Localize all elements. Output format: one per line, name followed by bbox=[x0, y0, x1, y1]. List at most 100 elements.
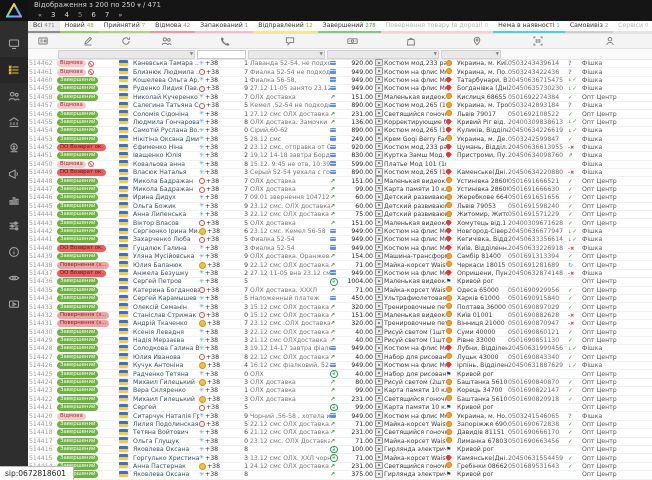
client-phone[interactable]: +385 bbox=[199, 102, 250, 109]
order-status[interactable]: DO Возврат ок. bbox=[57, 270, 119, 277]
tracking-number[interactable]: 0501690929956 bbox=[508, 287, 568, 294]
client-name[interactable]: Салегина Татьяна С.. bbox=[133, 102, 199, 109]
order-status[interactable]: DO Возврат ок. bbox=[57, 245, 119, 252]
client-name[interactable]: Сергіюнко Ірина Ми.. bbox=[133, 228, 199, 235]
product-name[interactable]: Рисуй светом (1шт. х 40.00 = 40.00 bbox=[384, 329, 446, 336]
product-name[interactable]: Набор для рисования в темноте bbox=[384, 371, 446, 378]
client-name[interactable]: Станіслав Стрижак bbox=[133, 312, 199, 319]
client-phone[interactable]: ✳+387 bbox=[199, 94, 250, 101]
tracking-number[interactable]: 0501691281689 bbox=[508, 262, 568, 269]
order-comment[interactable]: 24.12 смс ОЛХ доставка bbox=[250, 463, 330, 470]
order-comment[interactable]: 15.12 смс ОЛХ доставка bbox=[250, 312, 330, 319]
client-phone[interactable]: ✳+388 bbox=[199, 471, 250, 478]
client-phone[interactable]: ✳+383 bbox=[199, 345, 250, 352]
order-comment[interactable]: 23.12 смс .ОЛХ доставка bbox=[250, 320, 330, 327]
product-name[interactable]: Костюм на флис Мод,1014 (1шт. х 949.00 bbox=[384, 413, 446, 420]
product-name[interactable]: Костюм мод.233 разм,48-58 (1шт. х 920.00 bbox=[384, 60, 446, 67]
order-status[interactable]: Завершений bbox=[57, 220, 119, 227]
per-page-caret-icon[interactable]: ▼ bbox=[137, 3, 141, 9]
tab-Самовивіз[interactable]: Самовивіз2 bbox=[565, 21, 613, 33]
client-phone[interactable]: ✳+383 bbox=[199, 329, 250, 336]
product-name[interactable]: Майка-корсет Waist Trainer *142 bbox=[384, 262, 446, 269]
product-name[interactable]: Рисуй светом (2шт. х 40.00 = 80.00 bbox=[384, 379, 446, 386]
tracking-number[interactable]: 20450634098760 bbox=[508, 152, 568, 159]
order-comment[interactable]: Фиалка 52-54 bbox=[250, 236, 330, 243]
order-comment[interactable]: 15.12 смс ОЛХ доставка bbox=[250, 304, 330, 311]
product-name[interactable]: Костюм на флис Мод.1014 (1шт. х 949.00 bbox=[384, 236, 446, 243]
info-icon[interactable] bbox=[0, 239, 28, 265]
tracking-number[interactable]: 0501691598240 bbox=[508, 203, 568, 210]
product-name[interactable]: Детский развивающий конструктор bbox=[384, 211, 446, 218]
product-name[interactable]: Майка-корсет Waist Trainer *142 bbox=[384, 287, 446, 294]
client-phone[interactable]: ✳+389 bbox=[199, 253, 250, 260]
order-status[interactable]: Завершений bbox=[57, 119, 119, 126]
client-name[interactable]: Надія Мерзаєва bbox=[133, 337, 199, 344]
tab-Нема в наявності[interactable]: Нема в наявності1 bbox=[493, 21, 565, 33]
order-status[interactable]: Відмова bbox=[57, 161, 119, 168]
product-name[interactable]: Костюм на флис Мод.1014 (1шт. х 949.00 bbox=[384, 362, 446, 369]
order-status[interactable]: Відмова bbox=[57, 413, 119, 420]
product-name[interactable]: Маленькая видеокамера SQ8 *1 bbox=[384, 178, 446, 185]
order-comment[interactable]: 22.12 смс ОЛХ доставка bbox=[250, 211, 330, 218]
order-status[interactable]: Завершений bbox=[57, 111, 119, 118]
tracking-number[interactable]: 0501692108522 bbox=[508, 111, 568, 118]
client-name[interactable]: Сергей bbox=[133, 404, 199, 411]
client-phone[interactable]: ✳+383 bbox=[199, 169, 250, 176]
client-phone[interactable]: ✳+388 bbox=[199, 161, 250, 168]
order-comment[interactable]: 23.12 смс. Кемел 56-58 bbox=[250, 228, 330, 235]
order-comment[interactable]: 09.01 звернення 10471203 04.. bbox=[250, 194, 330, 201]
tracking-number[interactable]: 0501692274384 bbox=[508, 94, 568, 101]
order-status[interactable]: Завершений bbox=[57, 228, 119, 235]
product-name[interactable]: Майка-корсет Waist Trainer *142 bbox=[384, 455, 446, 462]
product-icon[interactable] bbox=[375, 36, 446, 46]
tracking-number[interactable]: 20450635730230 bbox=[508, 85, 568, 92]
order-status[interactable]: Завершений bbox=[57, 429, 119, 436]
client-phone[interactable]: +380 bbox=[199, 312, 250, 319]
tracking-number[interactable]: 20450631554459 bbox=[508, 455, 568, 462]
product-name[interactable]: Крем Goqi Berry Facial Cream *3 bbox=[384, 136, 446, 143]
client-phone[interactable]: ✳+383 bbox=[199, 245, 250, 252]
client-name[interactable]: Михаил Гилецький bbox=[133, 396, 199, 403]
order-comment[interactable]: ОЛХ доставка bbox=[250, 178, 330, 185]
product-name[interactable]: Костюм на флис Мод.1014 (1шт. х 949.00 bbox=[384, 345, 446, 352]
client-phone[interactable]: ✳+381 bbox=[199, 60, 250, 67]
client-name[interactable]: Катерина Богданова bbox=[133, 287, 199, 294]
tracking-number[interactable]: 20450631887629 bbox=[508, 362, 568, 369]
page-button-5[interactable]: 5 bbox=[78, 11, 82, 19]
product-name[interactable]: Костюм мод.265 (1шт. х 890.00 bbox=[384, 102, 446, 109]
order-status[interactable]: Відмова bbox=[57, 69, 119, 76]
order-comment[interactable]: Фиалка 56-58, bbox=[250, 77, 330, 84]
tab-Прийнятий[interactable]: Прийнятий7 bbox=[99, 21, 150, 33]
order-status[interactable]: Завершений bbox=[57, 186, 119, 193]
order-status[interactable]: Завершений bbox=[57, 236, 119, 243]
client-name[interactable]: Радченко Тетяна bbox=[133, 371, 199, 378]
order-status[interactable]: Завершений bbox=[57, 421, 119, 428]
client-name[interactable]: Солодкова Галина В.. bbox=[133, 345, 199, 352]
client-name[interactable]: Ситарчук Наталія Гр.. bbox=[133, 413, 199, 420]
product-name[interactable]: Платье Мод 101 (1шт. х 599.00 bbox=[384, 161, 446, 168]
order-status[interactable]: Завершений bbox=[57, 278, 119, 285]
page-button-4[interactable]: 4 bbox=[64, 11, 68, 19]
client-name[interactable]: Уляна Мусійовська bbox=[133, 253, 199, 260]
video-icon[interactable] bbox=[0, 291, 28, 317]
order-comment[interactable]: Серый 52-54 уехала с города bbox=[250, 169, 330, 176]
client-name[interactable]: Лилия Подолинская bbox=[133, 421, 199, 428]
manager-icon[interactable] bbox=[568, 36, 652, 46]
client-name[interactable]: Захарченко Люба bbox=[133, 236, 199, 243]
order-status[interactable]: Повернення (з... bbox=[57, 312, 119, 319]
client-name[interactable]: Єфименко Ніна bbox=[133, 144, 199, 151]
phone-filter-input[interactable] bbox=[197, 50, 245, 59]
client-phone[interactable]: ✳+383 bbox=[199, 337, 250, 344]
client-name[interactable]: Гуцалюк Галина bbox=[133, 245, 199, 252]
order-status[interactable]: Відмова bbox=[57, 60, 119, 67]
client-phone[interactable]: +387 bbox=[199, 69, 250, 76]
tab-Повернення товару (в дорозі)[interactable]: Повернення товару (в дорозі)0 bbox=[381, 21, 494, 33]
client-name[interactable]: Михаил Гилецький bbox=[133, 379, 199, 386]
product-name[interactable]: Рисуй светом (1шт. х 40.00 = 40.00 bbox=[384, 337, 446, 344]
client-phone[interactable]: +387 bbox=[199, 320, 250, 327]
tracking-number[interactable]: 0503242599847 bbox=[508, 136, 568, 143]
order-comment[interactable]: 23.12 смс. ОЛХ Доставка. ХХХ.. bbox=[250, 438, 330, 445]
tracking-number[interactable]: 20450631990456 bbox=[508, 345, 568, 352]
product-name[interactable]: Костюм мод.233 разм,48-58 (1шт. х 920.00 bbox=[384, 144, 446, 151]
client-phone[interactable]: +387 bbox=[199, 287, 250, 294]
